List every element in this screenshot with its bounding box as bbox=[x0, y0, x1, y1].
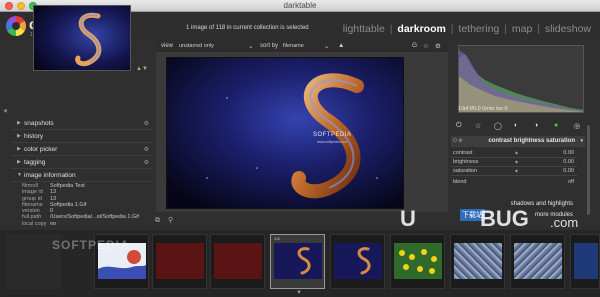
star-icon[interactable]: ☆ bbox=[423, 42, 429, 50]
module-enable-icon[interactable]: ⏻ ⚙ bbox=[453, 138, 463, 144]
center-toolbar: view unstarred only ⌄ sort by filename ⌄… bbox=[156, 40, 448, 52]
thumbnail-badge: 1.6 bbox=[274, 236, 280, 241]
thumbnail-image bbox=[454, 243, 502, 279]
view-switcher: lighttable | darkroom | tethering | map … bbox=[342, 23, 592, 35]
module-color-picker[interactable]: ▶ color picker ⚙ bbox=[12, 144, 152, 156]
filmstrip-thumbnail[interactable] bbox=[570, 234, 600, 289]
expand-arrow-icon: ▶ bbox=[17, 146, 21, 152]
presets-icon[interactable]: ⚲ bbox=[168, 217, 173, 224]
favorite-star-icon[interactable]: ☆ bbox=[475, 122, 481, 130]
module-gear-icon[interactable]: ⚙ bbox=[144, 120, 149, 127]
power-icon[interactable]: ⏻ bbox=[456, 122, 462, 130]
filmstrip-thumbnail[interactable] bbox=[450, 234, 505, 289]
module-image-information[interactable]: ▼ image information bbox=[12, 170, 152, 182]
left-bottom-tools: ⧉ ⚲ bbox=[155, 216, 173, 225]
grouping-icon[interactable]: G bbox=[412, 42, 417, 49]
filmstrip-thumbnail-selected[interactable]: 1.6 bbox=[270, 234, 325, 289]
filmstrip-thumbnail[interactable] bbox=[152, 234, 207, 289]
sort-direction-icon[interactable]: ▲ bbox=[338, 42, 344, 49]
view-filter-dropdown-icon[interactable]: ⌄ bbox=[248, 42, 253, 50]
view-map[interactable]: map bbox=[511, 23, 533, 35]
view-lighttable[interactable]: lighttable bbox=[342, 23, 386, 35]
effect-group-icon[interactable]: ◎ bbox=[574, 122, 580, 130]
module-header-contrast-brightness-saturation[interactable]: ⏻ ⚙ contrast brightness saturation ▾ bbox=[451, 136, 585, 147]
thumbnail-image bbox=[394, 243, 442, 279]
view-filter-label: view bbox=[161, 43, 174, 49]
sort-select[interactable]: filename bbox=[280, 41, 307, 51]
contrast-slider[interactable]: contrast ◆ 0.00 bbox=[451, 149, 577, 158]
image-url-text: www.softpedia.com bbox=[317, 140, 348, 144]
correction-group-icon[interactable]: ● bbox=[554, 122, 558, 129]
collapse-arrow-icon[interactable]: ▾ bbox=[580, 138, 583, 144]
right-panel-scrollbar[interactable] bbox=[587, 125, 590, 215]
navigation-thumbnail[interactable] bbox=[33, 5, 131, 71]
filmstrip-thumbnail[interactable] bbox=[510, 234, 565, 289]
module-group-icons: ⏻ ☆ ◯ ◐ ◑ ● ◎ bbox=[448, 122, 600, 134]
view-darkroom[interactable]: darkroom bbox=[396, 23, 446, 35]
edited-image bbox=[167, 58, 403, 208]
navigation-zoom-arrows[interactable]: ▲▼ bbox=[136, 66, 148, 72]
thumbnail-image bbox=[214, 243, 262, 279]
collapse-arrow-icon: ▼ bbox=[17, 172, 22, 178]
ubug-watermark: U 下载站 BUG .com bbox=[400, 206, 579, 231]
filmstrip-thumbnail[interactable] bbox=[330, 234, 385, 289]
module-gear-icon[interactable]: ⚙ bbox=[144, 146, 149, 153]
settings-gear-icon[interactable]: ⚙ bbox=[435, 42, 441, 50]
sort-dropdown-icon[interactable]: ⌄ bbox=[324, 42, 329, 50]
brightness-slider[interactable]: brightness ◆ 0.00 bbox=[451, 158, 577, 167]
expand-arrow-icon: ▶ bbox=[17, 159, 21, 165]
thumbnail-image bbox=[156, 243, 204, 279]
basic-group-icon[interactable]: ◯ bbox=[494, 122, 502, 130]
module-tagging[interactable]: ▶ tagging ⚙ bbox=[12, 157, 152, 169]
module-history[interactable]: ▶ history bbox=[12, 131, 152, 143]
view-tethering[interactable]: tethering bbox=[457, 23, 500, 35]
tone-group-icon[interactable]: ◐ bbox=[514, 122, 518, 129]
navigation-preview bbox=[34, 6, 130, 70]
darktable-logo-icon bbox=[6, 16, 26, 36]
expand-filmstrip-arrow-icon[interactable]: ▼ bbox=[296, 290, 302, 296]
histogram[interactable] bbox=[458, 45, 584, 113]
histogram-plot bbox=[459, 46, 583, 112]
collapse-left-arrow-icon[interactable]: ◀ bbox=[3, 108, 7, 114]
exif-summary: 1/inf f/0.0 0mm iso 0 bbox=[458, 106, 508, 112]
thumbnail-image bbox=[514, 243, 562, 279]
view-slideshow[interactable]: slideshow bbox=[544, 23, 592, 35]
thumbnail-image bbox=[334, 243, 382, 279]
filmstrip-thumbnail[interactable] bbox=[390, 234, 445, 289]
thumbnail-image bbox=[274, 243, 322, 279]
collection-status: 1 image of 118 in current collection is … bbox=[186, 25, 309, 31]
main-image-canvas[interactable]: SOFTPEDIA www.softpedia.com bbox=[166, 57, 404, 209]
expand-arrow-icon: ▶ bbox=[17, 133, 21, 139]
darktable-window: darktable darktable 1.6.7 1 image of 118… bbox=[0, 0, 600, 297]
color-group-icon[interactable]: ◑ bbox=[534, 122, 538, 129]
module-snapshots[interactable]: ▶ snapshots ⚙ bbox=[12, 118, 152, 130]
expand-arrow-icon: ▶ bbox=[17, 120, 21, 126]
filmstrip-thumbnail[interactable] bbox=[210, 234, 265, 289]
module-gear-icon[interactable]: ⚙ bbox=[144, 159, 149, 166]
image-watermark-text: SOFTPEDIA bbox=[313, 132, 352, 138]
saturation-slider[interactable]: saturation ◆ 0.00 bbox=[451, 167, 577, 176]
image-information-table: filmroll Softpedia Test image id 13 group … bbox=[22, 183, 152, 227]
sort-label: sort by bbox=[260, 43, 279, 49]
softpedia-watermark: SOFTPEDIA bbox=[52, 238, 130, 252]
view-filter-select[interactable]: unstarred only bbox=[176, 41, 217, 51]
styles-icon[interactable]: ⧉ bbox=[155, 217, 160, 224]
thumbnail-image bbox=[574, 243, 598, 279]
blend-mode-select[interactable]: blend off bbox=[451, 178, 577, 187]
info-row: local copy no bbox=[22, 220, 57, 227]
